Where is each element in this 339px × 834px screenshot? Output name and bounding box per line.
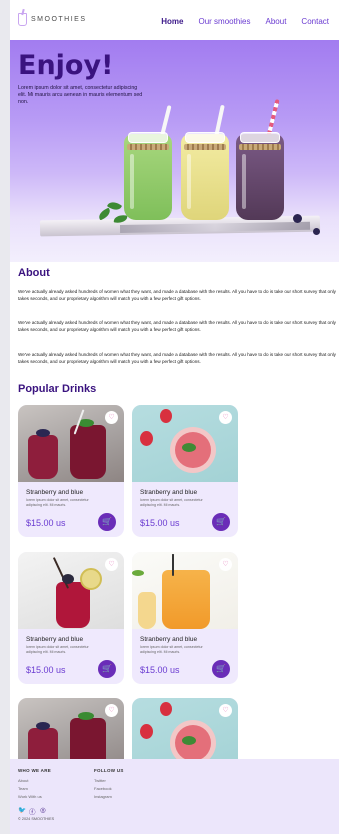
drink-description: lorem ipsum dolor sit amet, consectetur … bbox=[140, 498, 203, 507]
drink-price: $15.00 us bbox=[140, 665, 180, 675]
drink-card[interactable]: ♡ Stranberry and blue lorem ipsum dolor … bbox=[18, 552, 124, 684]
drink-card[interactable]: ♡ Stranberry and blue lorem ipsum dolor … bbox=[18, 405, 124, 537]
drink-description: lorem ipsum dolor sit amet, consectetur … bbox=[140, 645, 203, 654]
page: SMOOTHIES Home Our smoothies About Conta… bbox=[10, 0, 339, 834]
nav-contact[interactable]: Contact bbox=[301, 17, 329, 26]
heart-icon[interactable]: ♡ bbox=[219, 704, 232, 717]
wooden-board bbox=[39, 215, 321, 237]
drink-name: Stranberry and blue bbox=[140, 636, 198, 643]
instagram-icon[interactable]: ◎ bbox=[40, 806, 46, 814]
heart-icon[interactable]: ♡ bbox=[105, 704, 118, 717]
drink-price: $15.00 us bbox=[26, 665, 66, 675]
cart-icon[interactable]: 🛒 bbox=[212, 660, 230, 678]
footer-link-instagram[interactable]: Instagram bbox=[94, 794, 112, 799]
blueberry bbox=[313, 228, 320, 235]
logo-text: SMOOTHIES bbox=[31, 16, 87, 23]
logo[interactable]: SMOOTHIES bbox=[18, 13, 87, 26]
nav-about[interactable]: About bbox=[266, 17, 287, 26]
site-footer bbox=[10, 759, 339, 834]
heart-icon[interactable]: ♡ bbox=[219, 558, 232, 571]
drink-card[interactable]: ♡ Stranberry and blue lorem ipsum dolor … bbox=[132, 405, 238, 537]
twitter-icon[interactable]: 🐦 bbox=[18, 806, 26, 814]
main-nav: Home Our smoothies About Contact bbox=[161, 17, 329, 26]
hero-title: Enjoy! bbox=[18, 50, 114, 81]
drink-description: lorem ipsum dolor sit amet, consectetur … bbox=[26, 498, 89, 507]
footer-link-about[interactable]: About bbox=[18, 778, 28, 783]
drink-name: Stranberry and blue bbox=[26, 636, 84, 643]
about-title: About bbox=[18, 267, 50, 279]
green-smoothie-jar bbox=[124, 132, 172, 220]
drink-card[interactable]: ♡ Stranberry and blue lorem ipsum dolor … bbox=[132, 552, 238, 684]
footer-col2-title: FOLLOW US bbox=[94, 768, 124, 773]
site-header: SMOOTHIES Home Our smoothies About Conta… bbox=[10, 0, 339, 40]
cart-icon[interactable]: 🛒 bbox=[212, 513, 230, 531]
footer-link-work-with-us[interactable]: Work With us bbox=[18, 794, 42, 799]
footer-link-facebook[interactable]: Facebook bbox=[94, 786, 112, 791]
hero-text: Lorem ipsum dolor sit amet, consectetur … bbox=[18, 85, 143, 105]
footer-link-team[interactable]: Team bbox=[18, 786, 28, 791]
yellow-smoothie-jar bbox=[181, 132, 229, 220]
hero-banner: Enjoy! Lorem ipsum dolor sit amet, conse… bbox=[10, 40, 339, 262]
about-paragraph: We've actually already asked hundreds of… bbox=[18, 320, 336, 332]
nav-home[interactable]: Home bbox=[161, 17, 183, 26]
drink-description: lorem ipsum dolor sit amet, consectetur … bbox=[26, 645, 89, 654]
drink-name: Stranberry and blue bbox=[26, 489, 84, 496]
about-paragraph: We've actually already asked hundreds of… bbox=[18, 289, 336, 301]
footer-col1-title: WHO WE ARE bbox=[18, 768, 52, 773]
about-paragraph: We've actually already asked hundreds of… bbox=[18, 352, 336, 364]
drink-name: Stranberry and blue bbox=[140, 489, 198, 496]
cart-icon[interactable]: 🛒 bbox=[98, 660, 116, 678]
copyright: © 2024 SMOOTHIES bbox=[18, 817, 55, 821]
blueberry bbox=[293, 214, 302, 223]
heart-icon[interactable]: ♡ bbox=[219, 411, 232, 424]
drink-price: $15.00 us bbox=[140, 518, 180, 528]
nav-our-smoothies[interactable]: Our smoothies bbox=[198, 17, 250, 26]
berry-smoothie-jar bbox=[236, 132, 284, 220]
drink-price: $15.00 us bbox=[26, 518, 66, 528]
footer-link-twitter[interactable]: Twitter bbox=[94, 778, 106, 783]
popular-drinks-title: Popular Drinks bbox=[18, 383, 97, 395]
heart-icon[interactable]: ♡ bbox=[105, 411, 118, 424]
facebook-icon[interactable]: ⓕ bbox=[29, 806, 36, 816]
heart-icon[interactable]: ♡ bbox=[105, 558, 118, 571]
smoothie-logo-icon bbox=[18, 13, 27, 26]
cart-icon[interactable]: 🛒 bbox=[98, 513, 116, 531]
